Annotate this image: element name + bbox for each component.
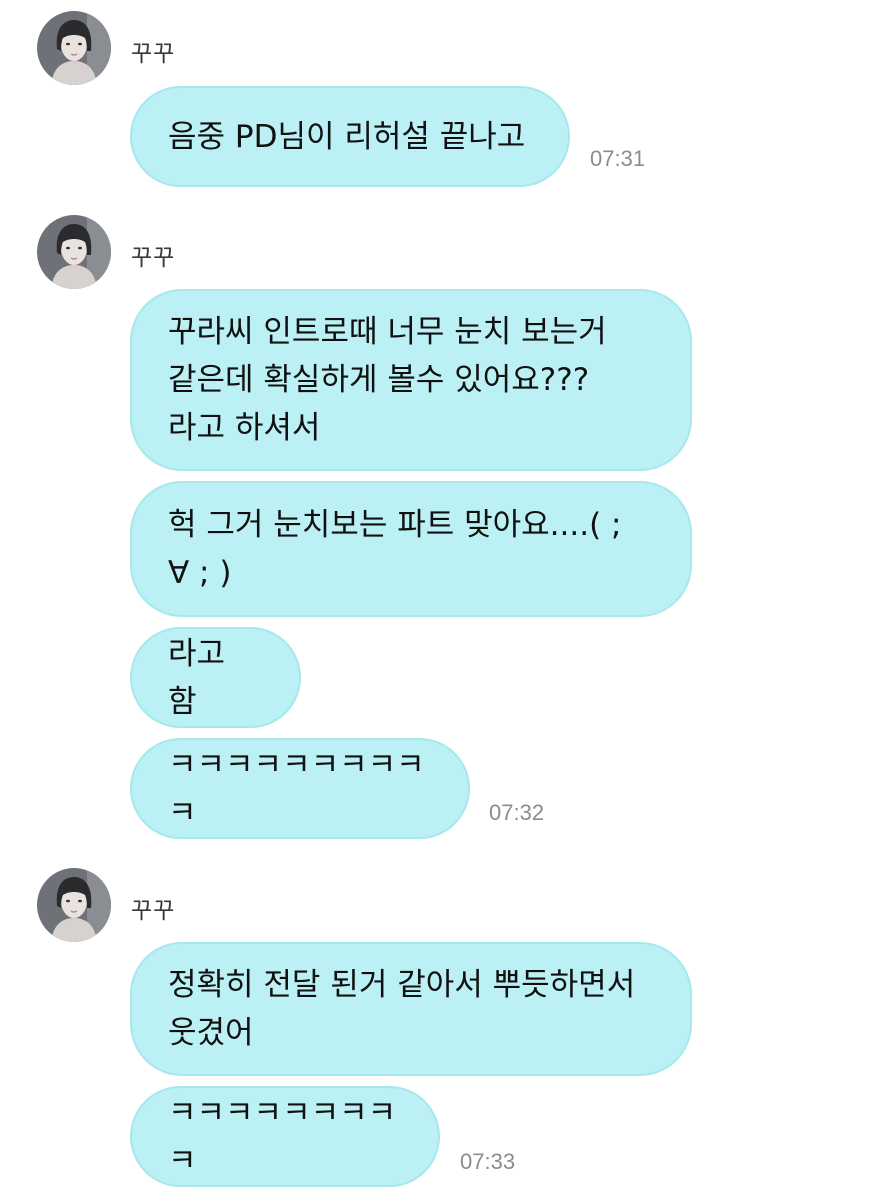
message-timestamp: 07:33 — [460, 1149, 516, 1174]
profile-photo-icon[interactable] — [37, 11, 111, 85]
message-timestamp: 07:31 — [590, 146, 646, 171]
message-bubble[interactable]: 헉 그거 눈치보는 파트 맞아요....( ; ∀ ; ) — [130, 481, 692, 617]
sender-name: 꾸꾸 — [131, 898, 176, 924]
message-bubble[interactable]: 꾸라씨 인트로때 너무 눈치 보는거 같은데 확실하게 볼수 있어요??? 라고… — [130, 289, 692, 471]
profile-photo-icon[interactable] — [37, 868, 111, 942]
chat-thread[interactable]: 꾸꾸 음중 PD님이 리허설 끝나고 07:31 꾸꾸 꾸라씨 인트로때 너무 … — [0, 0, 885, 1200]
message-text: ㅋㅋㅋㅋㅋㅋㅋㅋㅋㅋ — [168, 746, 425, 831]
sender-name: 꾸꾸 — [131, 245, 176, 271]
message-text: 라고 함 — [168, 635, 226, 720]
message-bubble[interactable]: 라고 함 — [130, 627, 301, 728]
message-text: 헉 그거 눈치보는 파트 맞아요....( ; ∀ ; ) — [168, 507, 622, 591]
message-bubble[interactable]: 음중 PD님이 리허설 끝나고 — [130, 86, 570, 187]
profile-photo-icon[interactable] — [37, 215, 111, 289]
message-bubble[interactable]: ㅋㅋㅋㅋㅋㅋㅋㅋㅋㅋ — [130, 738, 470, 839]
sender-name: 꾸꾸 — [131, 41, 176, 67]
message-bubble[interactable]: ㅋㅋㅋㅋㅋㅋㅋㅋㅋ — [130, 1086, 440, 1187]
message-text: 정확히 전달 된거 같아서 뿌듯하면서 웃겼어 — [168, 967, 636, 1051]
message-text: 음중 PD님이 리허설 끝나고 — [168, 118, 526, 155]
message-bubble[interactable]: 정확히 전달 된거 같아서 뿌듯하면서 웃겼어 — [130, 942, 692, 1076]
message-timestamp: 07:32 — [489, 800, 545, 825]
message-text: 꾸라씨 인트로때 너무 눈치 보는거 같은데 확실하게 볼수 있어요??? 라고… — [168, 314, 607, 446]
message-text: ㅋㅋㅋㅋㅋㅋㅋㅋㅋ — [168, 1094, 397, 1179]
